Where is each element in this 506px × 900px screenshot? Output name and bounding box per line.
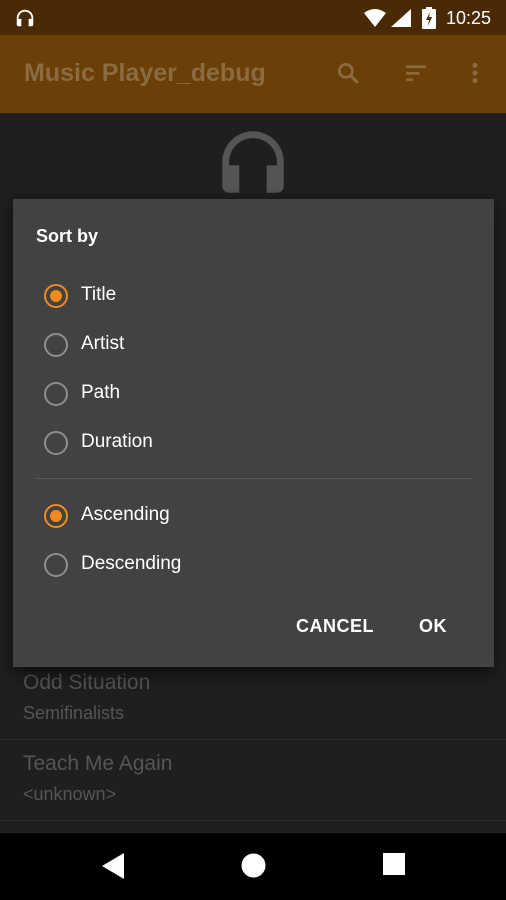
radio-checked-icon[interactable] [44, 504, 68, 528]
status-bar: 10:25 [0, 0, 506, 35]
song-artist: <unknown> [23, 784, 117, 804]
search-icon[interactable] [335, 60, 361, 86]
back-icon[interactable] [102, 853, 124, 879]
option-label: Artist [81, 333, 125, 354]
song-row[interactable]: Teach Me Again <unknown> [0, 740, 506, 821]
signal-icon [391, 9, 411, 27]
radio-unchecked-icon[interactable] [44, 431, 68, 455]
wifi-icon [364, 9, 386, 27]
radio-unchecked-icon[interactable] [44, 382, 68, 406]
recents-icon[interactable] [383, 853, 405, 875]
song-title: Teach Me Again [23, 752, 173, 775]
more-vert-icon[interactable] [462, 60, 488, 86]
option-label: Ascending [81, 504, 170, 525]
song-artist: Semifinalists [23, 703, 125, 723]
sort-option-path[interactable]: Path [44, 379, 464, 415]
headphones-icon [16, 9, 34, 27]
battery-icon [422, 7, 436, 29]
ok-button[interactable]: OK [419, 616, 447, 637]
radio-unchecked-icon[interactable] [44, 553, 68, 577]
dialog-title: Sort by [36, 226, 99, 246]
sort-icon[interactable] [403, 60, 429, 86]
option-label: Path [81, 382, 121, 403]
sort-option-title[interactable]: Title [44, 281, 464, 317]
option-label: Title [81, 284, 117, 305]
order-option-ascending[interactable]: Ascending [44, 501, 464, 537]
app-bar: Music Player_debug [0, 35, 506, 113]
divider [36, 478, 472, 479]
song-title: Odd Situation [23, 671, 151, 694]
home-icon[interactable] [241, 853, 266, 878]
song-row[interactable]: Odd Situation Semifinalists [0, 659, 506, 740]
status-time: 10:25 [446, 8, 492, 28]
option-label: Duration [81, 431, 153, 452]
sort-dialog: Sort by Title Artist Path Duration Ascen… [13, 199, 494, 667]
sort-option-artist[interactable]: Artist [44, 330, 464, 366]
nav-bar [0, 833, 506, 900]
option-label: Descending [81, 553, 182, 574]
order-option-descending[interactable]: Descending [44, 550, 464, 586]
cancel-button[interactable]: CANCEL [296, 616, 374, 637]
app-title: Music Player_debug [24, 59, 266, 87]
sort-option-duration[interactable]: Duration [44, 428, 464, 464]
radio-unchecked-icon[interactable] [44, 333, 68, 357]
album-art-headphones-icon [222, 131, 284, 193]
radio-checked-icon[interactable] [44, 284, 68, 308]
